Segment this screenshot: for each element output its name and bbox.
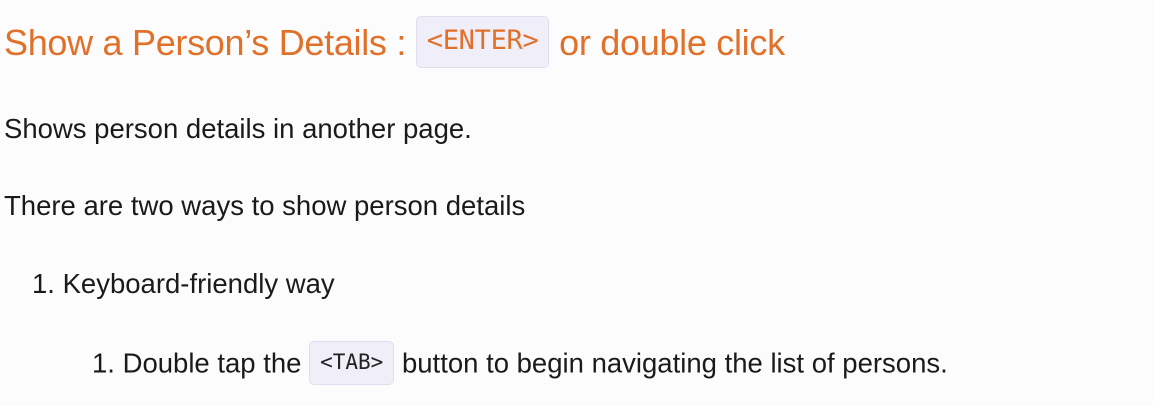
- enter-key-code: <ENTER>: [415, 16, 550, 69]
- description-paragraph: Shows person details in another page.: [4, 113, 472, 144]
- heading-text: Show a Person’s Details :: [4, 22, 407, 63]
- tab-key-code: <TAB>: [309, 341, 395, 385]
- ways-intro-paragraph: There are two ways to show person detail…: [4, 190, 526, 221]
- sublist-text-before: Double tap the: [122, 347, 302, 379]
- list-item-keyboard-way: 1. Keyboard-friendly way: [32, 266, 335, 302]
- sublist-item-double-tap: 1. Double tap the <TAB> button to begin …: [92, 341, 948, 387]
- heading-suffix: or double click: [559, 22, 785, 63]
- list-item-text: Keyboard-friendly way: [62, 268, 335, 299]
- list-number: 1.: [32, 268, 55, 299]
- sublist-text-after: button to begin navigating the list of p…: [401, 347, 948, 379]
- list-number: 1.: [92, 347, 115, 379]
- section-heading: Show a Person’s Details : <ENTER> or dou…: [4, 16, 785, 71]
